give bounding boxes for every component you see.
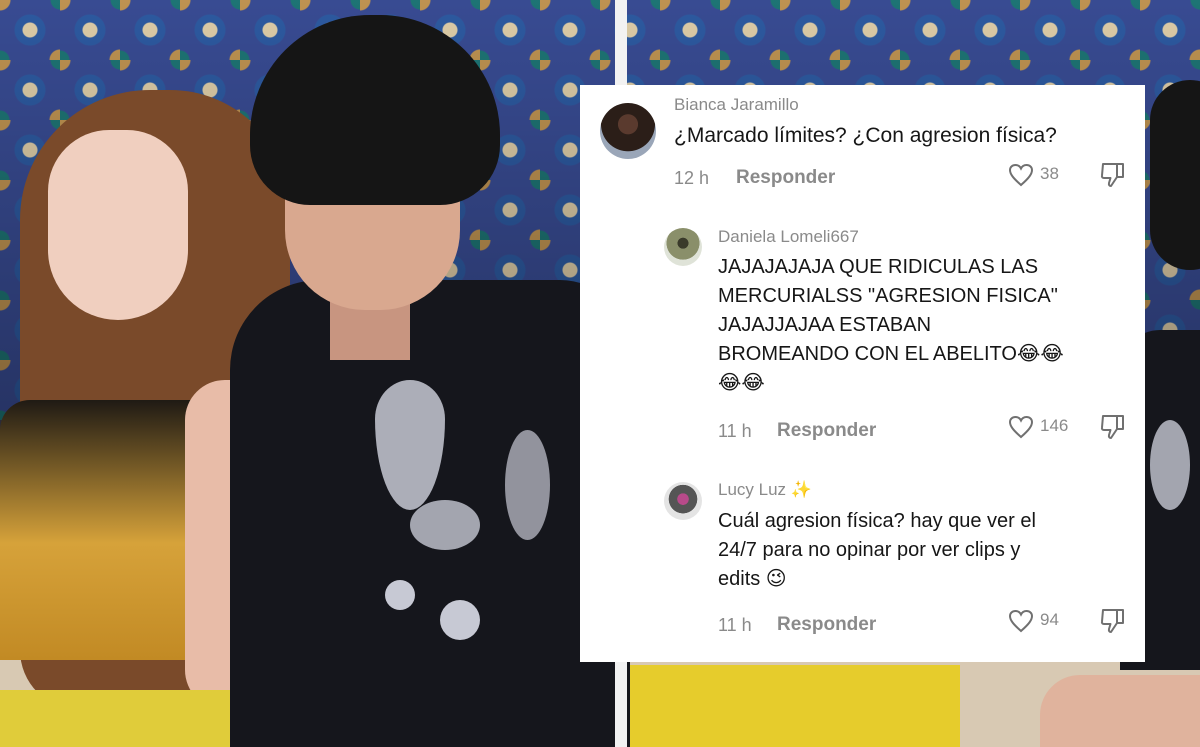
comment-item: Bianca Jaramillo ¿Marcado límites? ¿Con … [580,85,1145,205]
comment-username[interactable]: Lucy Luz ✨ [718,480,812,500]
comment-time: 12 h [674,168,710,188]
comment-time: 11 h [718,615,752,635]
avatar[interactable] [664,228,702,266]
avatar[interactable] [664,482,702,520]
comment-username[interactable]: Bianca Jaramillo [674,95,799,115]
thumbs-down-icon[interactable] [1099,607,1127,635]
comment-text: JAJAJAJAJA QUE RIDICULAS LAS MERCURIALSS… [718,256,1064,394]
comment-time: 11 h [718,421,752,441]
thumbs-down-icon[interactable] [1099,161,1127,189]
heart-icon[interactable] [1008,415,1034,439]
comment-item: Lucy Luz ✨ Cuál agresion física? hay que… [580,470,1145,660]
reply-button[interactable]: Responder [777,420,876,442]
comment-item: Daniela Lomeli667 JAJAJAJAJA QUE RIDICUL… [580,215,1145,455]
like-count: 94 [1040,610,1059,629]
comment-text: ¿Marcado límites? ¿Con agresion física? [674,124,1057,147]
comments-card: Bianca Jaramillo ¿Marcado límites? ¿Con … [580,85,1145,662]
like-count: 38 [1040,164,1059,183]
thumbs-down-icon[interactable] [1099,413,1127,441]
heart-icon[interactable] [1008,609,1034,633]
reply-button[interactable]: Responder [736,167,835,189]
comment-text: Cuál agresion física? hay que ver el 24/… [718,510,1036,590]
heart-icon[interactable] [1008,163,1034,187]
comment-username[interactable]: Daniela Lomeli667 [718,227,859,247]
avatar[interactable] [600,103,656,159]
reply-button[interactable]: Responder [777,614,876,636]
like-count: 146 [1040,416,1069,435]
